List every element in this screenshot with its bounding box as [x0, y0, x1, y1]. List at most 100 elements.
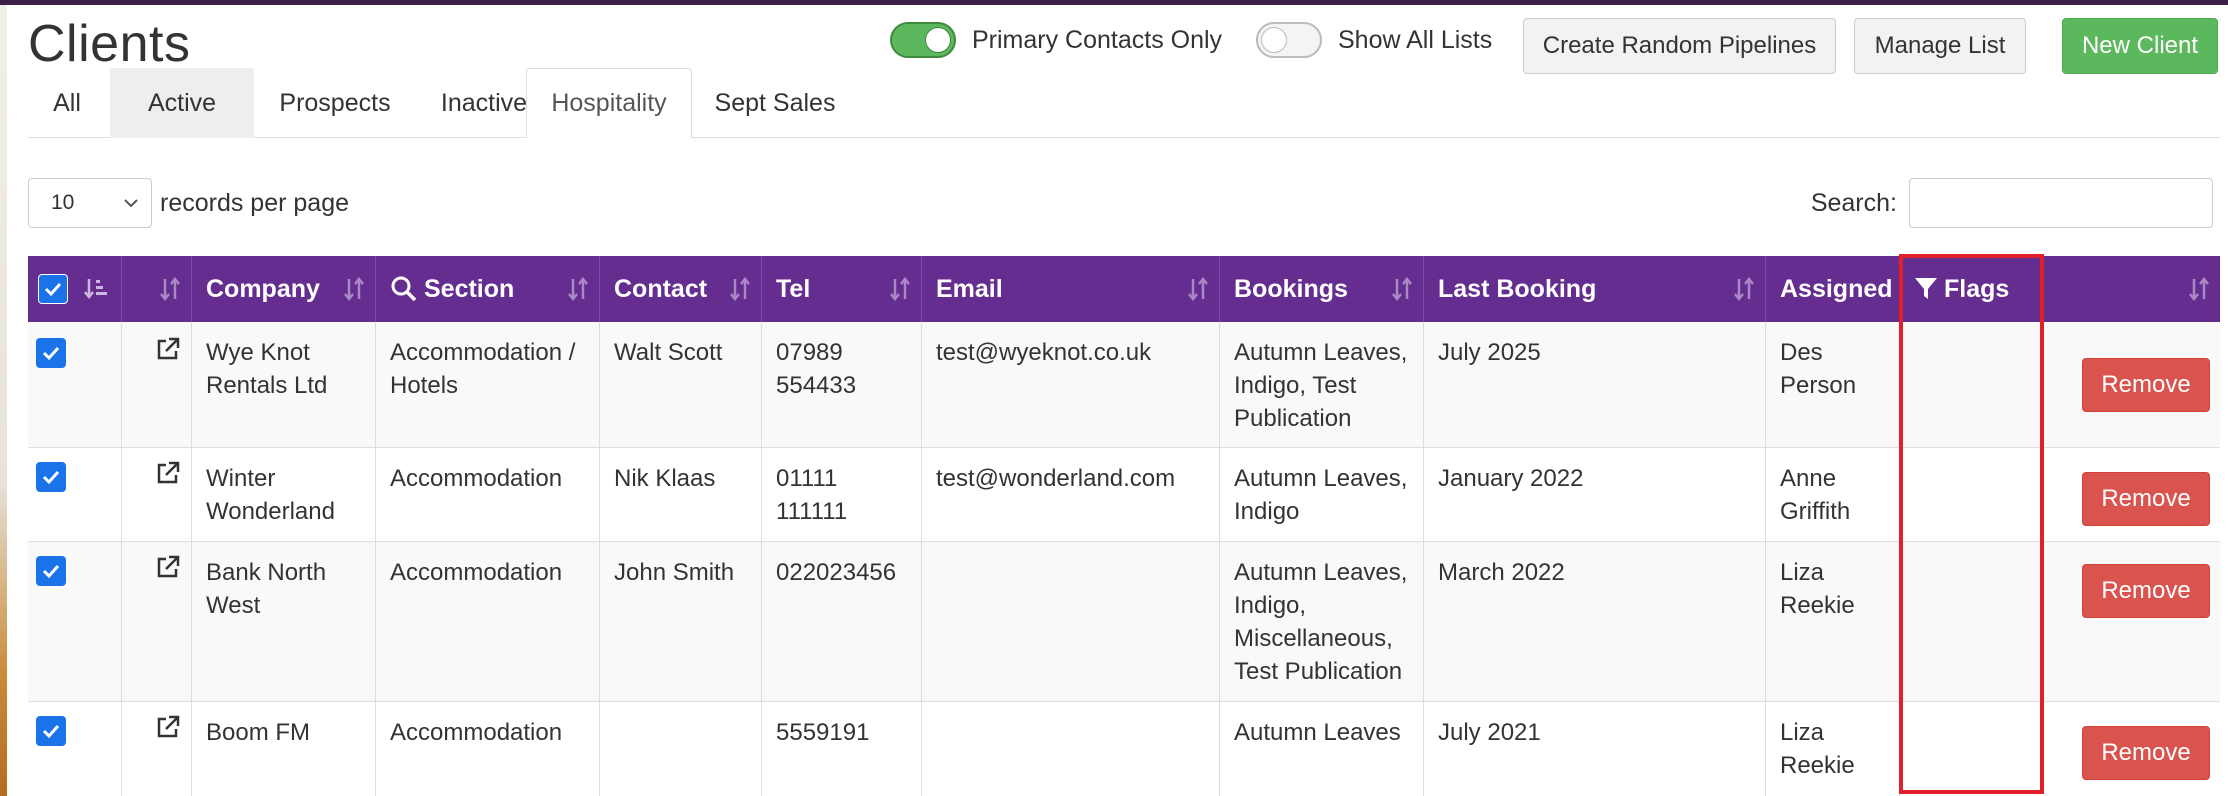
- sort-icon[interactable]: [567, 276, 589, 302]
- header-tel[interactable]: Tel: [762, 256, 922, 322]
- bookings-cell: Autumn Leaves, Indigo: [1220, 448, 1424, 541]
- last-booking-cell: March 2022: [1424, 542, 1766, 701]
- toggle-knob: [1261, 27, 1287, 53]
- header-flags[interactable]: Flags: [1900, 256, 2220, 322]
- toggle-knob: [925, 27, 951, 53]
- search-input[interactable]: [1909, 178, 2213, 228]
- contact-cell: [600, 702, 762, 796]
- section-cell: Accommodation: [376, 542, 600, 701]
- sort-icon[interactable]: [2188, 276, 2210, 302]
- tel-cell: 01111 111111: [762, 448, 922, 541]
- row-link-cell: [122, 702, 192, 796]
- contact-cell: Walt Scott: [600, 322, 762, 447]
- manage-list-button[interactable]: Manage List: [1854, 18, 2026, 74]
- list-tabs: All Active Prospects Inactive Hospitalit…: [28, 68, 2220, 139]
- check-icon: [42, 724, 60, 739]
- tab-all[interactable]: All: [28, 68, 106, 138]
- table-row[interactable]: Winter Wonderland Accommodation Nik Klaa…: [28, 448, 2220, 542]
- last-booking-cell: January 2022: [1424, 448, 1766, 541]
- last-booking-cell: July 2025: [1424, 322, 1766, 447]
- tab-prospects[interactable]: Prospects: [254, 68, 416, 138]
- row-select-cell: [28, 702, 122, 796]
- row-link-cell: [122, 542, 192, 701]
- page-title: Clients: [28, 15, 191, 73]
- row-checkbox[interactable]: [36, 462, 66, 492]
- check-icon: [42, 470, 60, 485]
- header-company-label: Company: [206, 274, 320, 303]
- sort-icon[interactable]: [889, 276, 911, 302]
- check-icon: [44, 282, 62, 297]
- assigned-cell: Des Person: [1766, 322, 1900, 447]
- sort-icon[interactable]: [1733, 276, 1755, 302]
- header-email-label: Email: [936, 274, 1003, 303]
- records-per-page-value: 10: [51, 191, 75, 214]
- header-assigned-label: Assigned: [1780, 274, 1893, 303]
- records-per-page-label: records per page: [160, 188, 350, 217]
- sort-icon[interactable]: [1187, 276, 1209, 302]
- company-cell: Boom FM: [192, 702, 376, 796]
- row-link-cell: [122, 448, 192, 541]
- header-last-booking-label: Last Booking: [1438, 274, 1597, 303]
- header-tel-label: Tel: [776, 274, 811, 303]
- check-icon: [42, 346, 60, 361]
- sort-amount-icon[interactable]: [84, 276, 110, 302]
- header-flags-label: Flags: [1944, 274, 2010, 303]
- header-bookings[interactable]: Bookings: [1220, 256, 1424, 322]
- tab-hospitality[interactable]: Hospitality: [526, 68, 692, 139]
- bookings-cell: Autumn Leaves: [1220, 702, 1424, 796]
- background-window-edge: [0, 5, 7, 796]
- header-company[interactable]: Company: [192, 256, 376, 322]
- table-row[interactable]: Wye Knot Rentals Ltd Accommodation / Hot…: [28, 322, 2220, 448]
- company-cell: Bank North West: [192, 542, 376, 701]
- filter-icon[interactable]: [1914, 276, 1938, 302]
- row-checkbox[interactable]: [36, 556, 66, 586]
- table-search: Search:: [1811, 178, 2213, 228]
- tel-cell: 022023456: [762, 542, 922, 701]
- header-section[interactable]: Section: [376, 256, 600, 322]
- primary-contacts-toggle[interactable]: [890, 22, 956, 58]
- row-checkbox[interactable]: [36, 716, 66, 746]
- remove-button[interactable]: Remove: [2082, 726, 2210, 780]
- header-email[interactable]: Email: [922, 256, 1220, 322]
- header-link: [122, 256, 192, 322]
- header-contact[interactable]: Contact: [600, 256, 762, 322]
- search-icon[interactable]: [390, 275, 418, 303]
- new-client-button[interactable]: New Client: [2062, 18, 2218, 74]
- email-cell: test@wonderland.com: [922, 448, 1220, 541]
- tab-sept-sales[interactable]: Sept Sales: [692, 68, 858, 138]
- primary-contacts-toggle-group[interactable]: Primary Contacts Only: [890, 22, 1222, 58]
- external-link-icon[interactable]: [155, 336, 181, 362]
- last-booking-cell: July 2021: [1424, 702, 1766, 796]
- sort-icon[interactable]: [1391, 276, 1413, 302]
- chevron-down-icon: [124, 199, 138, 208]
- email-cell: test@wyeknot.co.uk: [922, 322, 1220, 447]
- select-all-checkbox[interactable]: [38, 274, 68, 304]
- external-link-icon[interactable]: [155, 460, 181, 486]
- email-cell: [922, 542, 1220, 701]
- table-row[interactable]: Bank North West Accommodation John Smith…: [28, 542, 2220, 702]
- external-link-icon[interactable]: [155, 554, 181, 580]
- remove-button[interactable]: Remove: [2082, 564, 2210, 618]
- contact-cell: John Smith: [600, 542, 762, 701]
- assigned-cell: Liza Reekie: [1766, 702, 1900, 796]
- header-assigned[interactable]: Assigned: [1766, 256, 1900, 322]
- remove-button[interactable]: Remove: [2082, 472, 2210, 526]
- table-row[interactable]: Boom FM Accommodation 5559191 Autumn Lea…: [28, 702, 2220, 796]
- tab-active[interactable]: Active: [110, 68, 254, 138]
- show-all-lists-toggle[interactable]: [1256, 22, 1322, 58]
- create-random-pipelines-button[interactable]: Create Random Pipelines: [1523, 18, 1836, 74]
- row-checkbox[interactable]: [36, 338, 66, 368]
- contact-cell: Nik Klaas: [600, 448, 762, 541]
- show-all-lists-toggle-group[interactable]: Show All Lists: [1256, 22, 1492, 58]
- external-link-icon[interactable]: [155, 714, 181, 740]
- records-per-page-select[interactable]: 10: [28, 178, 152, 228]
- row-link-cell: [122, 322, 192, 447]
- sort-icon[interactable]: [343, 276, 365, 302]
- sort-icon[interactable]: [159, 276, 181, 302]
- remove-button[interactable]: Remove: [2082, 358, 2210, 412]
- header-last-booking[interactable]: Last Booking: [1424, 256, 1766, 322]
- show-all-lists-label: Show All Lists: [1338, 25, 1493, 54]
- check-icon: [42, 564, 60, 579]
- sort-icon[interactable]: [729, 276, 751, 302]
- company-cell: Winter Wonderland: [192, 448, 376, 541]
